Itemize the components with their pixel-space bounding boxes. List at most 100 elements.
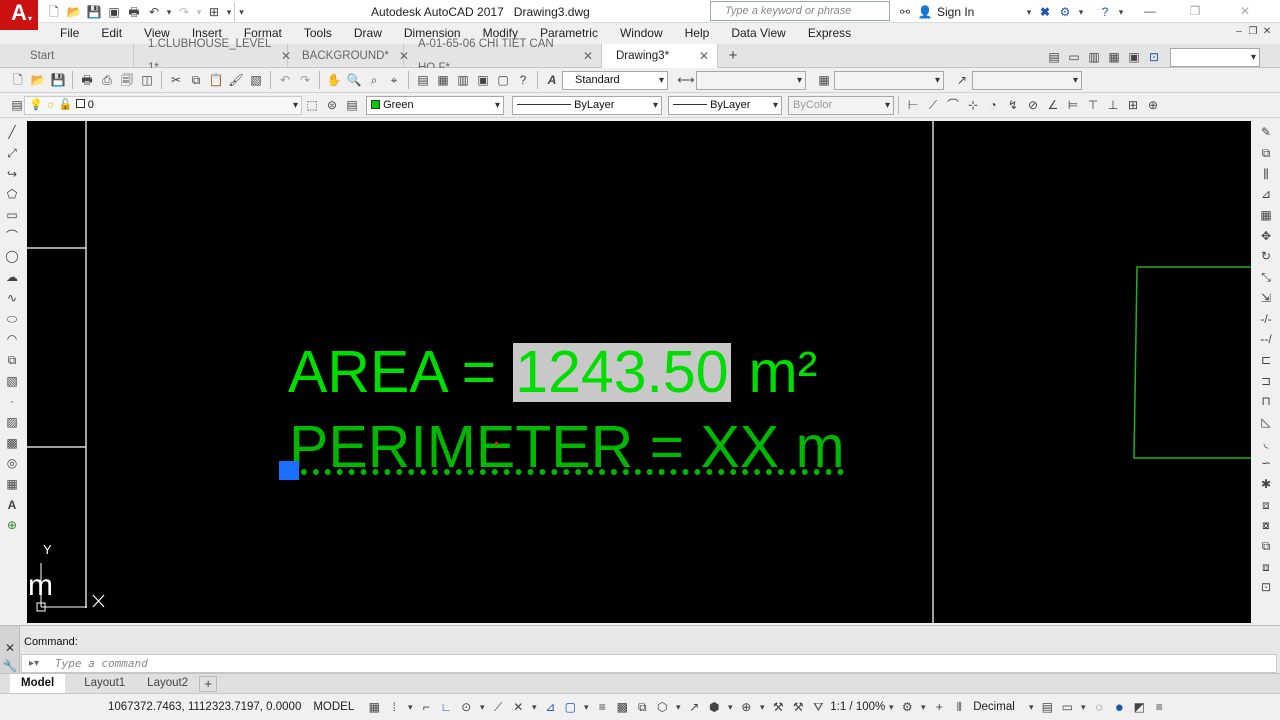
polygon-icon[interactable]: ⬠ (1, 184, 23, 205)
multiline-text-icon[interactable]: A (1, 494, 23, 515)
spline-icon[interactable]: ∿ (1, 288, 23, 309)
diameter-dim-icon[interactable]: ⊘ (1023, 95, 1043, 115)
panel-icon-5[interactable]: ▣ (1124, 47, 1144, 67)
table-style-dropdown[interactable] (834, 70, 944, 90)
sign-in-dropdown-icon[interactable]: ▾ (1023, 2, 1035, 22)
snap-dropdown-icon[interactable]: ▾ (404, 697, 416, 717)
menu-data-view[interactable]: Data View (720, 23, 796, 43)
tab-background[interactable]: BACKGROUND* ✕ (288, 43, 409, 68)
menu-file[interactable]: File (49, 23, 90, 43)
close-command-line-icon[interactable]: ✕ (0, 638, 20, 658)
gizmo-dropdown-icon[interactable]: ▾ (756, 697, 768, 717)
ortho-icon[interactable]: ∟ (436, 697, 456, 717)
quick-dim-icon[interactable]: ⊨ (1063, 95, 1083, 115)
menu-window[interactable]: Window (609, 23, 674, 43)
menu-tools[interactable]: Tools (293, 23, 343, 43)
erase-icon[interactable]: ✎ (1255, 122, 1277, 143)
qnew-icon[interactable]: 🗋 (8, 70, 28, 90)
properties-icon[interactable]: ▤ (413, 70, 433, 90)
chamfer-icon[interactable]: ◺ (1255, 412, 1277, 433)
layer-properties-icon[interactable]: ▤ (10, 95, 24, 115)
scale-icon[interactable]: ⤡ (1255, 267, 1277, 288)
annotation-scale-icon[interactable]: ⛛ (808, 697, 828, 717)
workspace-switch-icon[interactable]: ⚙ (897, 697, 917, 717)
continue-dim-icon[interactable]: ⊥ (1103, 95, 1123, 115)
rectangle-icon[interactable]: ▭ (1, 205, 23, 226)
hatch-icon[interactable]: ▨ (1, 412, 23, 433)
menu-help[interactable]: Help (674, 23, 721, 43)
lineweight-icon[interactable]: ≡ (592, 697, 612, 717)
hardware-acceleration-icon[interactable]: ● (1109, 697, 1129, 717)
dimension-style-icon[interactable]: ⟷ (676, 70, 696, 90)
new-layout-icon[interactable]: + (199, 675, 218, 692)
panel-icon-3[interactable]: ▥ (1084, 47, 1104, 67)
open-file-icon[interactable]: 📂 (64, 2, 84, 22)
osnap-settings-icon[interactable]: ▢ (560, 697, 580, 717)
dimension-style-dropdown[interactable] (696, 70, 806, 90)
undo-icon[interactable]: ↶ (144, 2, 164, 22)
new-file-icon[interactable]: 🗋 (44, 2, 64, 22)
object-snap-icon[interactable]: ⊿ (540, 697, 560, 717)
selection-cycling-icon[interactable]: ⧉ (632, 697, 652, 717)
tab-clubhouse-level-1[interactable]: 1.CLUBHOUSE_LEVEL 1*✕ (134, 38, 291, 74)
redo-icon[interactable]: ↷ (174, 2, 194, 22)
tab-close-icon[interactable]: ✕ (583, 44, 593, 68)
help-icon[interactable]: ? (1095, 2, 1115, 22)
break-at-point-icon[interactable]: ⊏ (1255, 350, 1277, 371)
object-snap-tracking-icon[interactable]: ✕ (508, 697, 528, 717)
panel-icon-1[interactable]: ▤ (1044, 47, 1064, 67)
plot-icon[interactable]: 🖶 (124, 2, 144, 22)
lock-ui-dropdown-icon[interactable]: ▾ (1077, 697, 1089, 717)
units-dropdown-icon[interactable]: ▾ (1025, 697, 1037, 717)
cut-icon[interactable]: ✂ (166, 70, 186, 90)
insert-block-icon[interactable]: ⧉ (1, 350, 23, 371)
lock-ui-icon[interactable]: ▭ (1057, 697, 1077, 717)
quick-properties-icon[interactable]: ▤ (1037, 697, 1057, 717)
color-dropdown[interactable]: Green (366, 95, 504, 115)
3d-osnap-icon[interactable]: ⬡ (652, 697, 672, 717)
polar-dropdown-icon[interactable]: ▾ (476, 697, 488, 717)
scale-dropdown-icon[interactable]: ▾ (885, 697, 897, 717)
jogged-dim-icon[interactable]: ↯ (1003, 95, 1023, 115)
restore-icon[interactable]: ❐ (1170, 1, 1220, 21)
perimeter-text[interactable]: PERIMETER = XX m (289, 418, 845, 477)
make-block-icon[interactable]: ▧ (1, 370, 23, 391)
customize-qat-icon[interactable]: ▾ (234, 2, 248, 22)
aligned-dim-icon[interactable]: ⟋ (923, 95, 943, 115)
draworder-under-icon[interactable]: ⧈ (1255, 556, 1277, 577)
auto-scale-icon[interactable]: ⚒ (788, 697, 808, 717)
application-menu-button[interactable]: A (0, 0, 38, 30)
command-prompt-icon[interactable]: ▸▾ (22, 656, 46, 673)
add-selected-icon[interactable]: ⊕ (1, 515, 23, 536)
help-dropdown-icon[interactable]: ▾ (1115, 2, 1127, 22)
revision-cloud-icon[interactable]: ☁ (1, 267, 23, 288)
selection-filter-icon[interactable]: ⬢ (704, 697, 724, 717)
gizmo-icon[interactable]: ⊕ (736, 697, 756, 717)
close-window-icon[interactable]: ✕ (1220, 1, 1270, 21)
osnap-dropdown-icon[interactable]: ▾ (580, 697, 592, 717)
osnap-tracking-dropdown-icon[interactable]: ▾ (528, 697, 540, 717)
linetype-dropdown[interactable]: ByLayer (512, 95, 662, 115)
menu-express[interactable]: Express (797, 23, 862, 43)
linear-dim-icon[interactable]: ⊢ (903, 95, 923, 115)
line-icon[interactable]: ╱ (1, 122, 23, 143)
dynamic-ucs-icon[interactable]: ↗ (684, 697, 704, 717)
markup-icon[interactable]: ▢ (493, 70, 513, 90)
text-style-icon[interactable]: A (542, 70, 562, 90)
table-icon[interactable]: ▦ (1, 474, 23, 495)
a360-dropdown-icon[interactable]: ▾ (1075, 2, 1087, 22)
pan-icon[interactable]: ✋ (324, 70, 344, 90)
text-style-dropdown[interactable]: Standard (562, 70, 668, 90)
redo-dropdown-icon[interactable]: ▾ (194, 2, 204, 22)
paste-icon[interactable]: 📋 (206, 70, 226, 90)
explode-icon[interactable]: ✱ (1255, 474, 1277, 495)
a360-icon[interactable]: ⚙ (1055, 2, 1075, 22)
command-input[interactable]: ▸▾ Type a command (21, 654, 1277, 673)
save-as-icon[interactable]: ▣ (104, 2, 124, 22)
layer-previous-icon[interactable]: ⊜ (322, 95, 342, 115)
units-icon[interactable]: ⦀ (949, 697, 969, 717)
tab-model[interactable]: Model (10, 673, 66, 694)
offset-icon[interactable]: ⊿ (1255, 184, 1277, 205)
ellipse-icon[interactable]: ⬭ (1, 308, 23, 329)
plot-toolbar-icon[interactable]: 🖶 (77, 70, 97, 90)
